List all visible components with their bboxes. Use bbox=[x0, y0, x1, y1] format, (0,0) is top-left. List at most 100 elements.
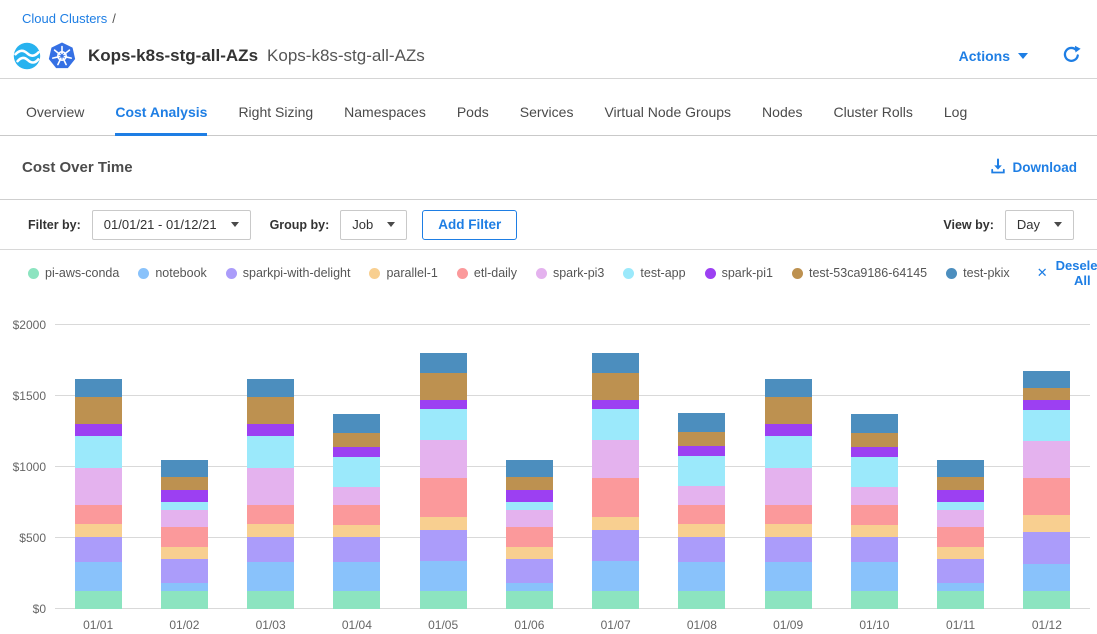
bar-segment-sparkpi-with-delight[interactable] bbox=[678, 537, 725, 562]
bar-segment-pi-aws-conda[interactable] bbox=[937, 591, 984, 609]
legend-item-test-app[interactable]: test-app bbox=[623, 266, 685, 280]
bar-segment-test-pkix[interactable] bbox=[592, 353, 639, 372]
bar-segment-test-53ca9186-64145[interactable] bbox=[765, 397, 812, 425]
bar-segment-sparkpi-with-delight[interactable] bbox=[592, 530, 639, 562]
bar-segment-test-app[interactable] bbox=[420, 409, 467, 440]
bar-segment-test-53ca9186-64145[interactable] bbox=[506, 477, 553, 490]
bar-segment-test-pkix[interactable] bbox=[333, 414, 380, 433]
tab-cluster-rolls[interactable]: Cluster Rolls bbox=[834, 104, 913, 135]
bar-segment-sparkpi-with-delight[interactable] bbox=[851, 537, 898, 562]
bar-segment-pi-aws-conda[interactable] bbox=[851, 591, 898, 609]
bar-segment-pi-aws-conda[interactable] bbox=[420, 591, 467, 609]
bar-segment-notebook[interactable] bbox=[678, 562, 725, 590]
stacked-bar-01/11[interactable] bbox=[937, 325, 984, 609]
date-range-select[interactable]: 01/01/21 - 01/12/21 bbox=[92, 210, 251, 240]
bar-segment-spark-pi3[interactable] bbox=[75, 468, 122, 505]
stacked-bar-01/09[interactable] bbox=[765, 325, 812, 609]
bar-segment-etl-daily[interactable] bbox=[75, 505, 122, 524]
bar-segment-sparkpi-with-delight[interactable] bbox=[937, 559, 984, 583]
bar-segment-sparkpi-with-delight[interactable] bbox=[247, 537, 294, 562]
bar-segment-test-53ca9186-64145[interactable] bbox=[333, 433, 380, 447]
legend-item-parallel-1[interactable]: parallel-1 bbox=[369, 266, 437, 280]
group-by-select[interactable]: Job bbox=[340, 210, 407, 240]
bar-segment-sparkpi-with-delight[interactable] bbox=[765, 537, 812, 562]
bar-segment-etl-daily[interactable] bbox=[765, 505, 812, 524]
bar-segment-spark-pi1[interactable] bbox=[161, 490, 208, 501]
bar-segment-pi-aws-conda[interactable] bbox=[1023, 591, 1070, 609]
bar-segment-pi-aws-conda[interactable] bbox=[592, 591, 639, 609]
bar-segment-pi-aws-conda[interactable] bbox=[247, 591, 294, 609]
bar-segment-parallel-1[interactable] bbox=[1023, 515, 1070, 531]
stacked-bar-01/08[interactable] bbox=[678, 325, 725, 609]
bar-segment-test-app[interactable] bbox=[851, 457, 898, 487]
bar-segment-notebook[interactable] bbox=[765, 562, 812, 590]
refresh-button[interactable] bbox=[1062, 45, 1081, 67]
bar-segment-notebook[interactable] bbox=[506, 583, 553, 590]
bar-segment-etl-daily[interactable] bbox=[247, 505, 294, 524]
bar-segment-spark-pi3[interactable] bbox=[851, 487, 898, 505]
stacked-bar-01/03[interactable] bbox=[247, 325, 294, 609]
bar-segment-sparkpi-with-delight[interactable] bbox=[333, 537, 380, 562]
bar-segment-test-pkix[interactable] bbox=[765, 379, 812, 397]
breadcrumb-link-cloud-clusters[interactable]: Cloud Clusters bbox=[22, 11, 107, 26]
bar-segment-parallel-1[interactable] bbox=[765, 524, 812, 537]
bar-segment-etl-daily[interactable] bbox=[678, 505, 725, 524]
bar-segment-test-app[interactable] bbox=[592, 409, 639, 440]
bar-segment-etl-daily[interactable] bbox=[1023, 478, 1070, 515]
add-filter-button[interactable]: Add Filter bbox=[422, 210, 517, 240]
bar-segment-notebook[interactable] bbox=[592, 561, 639, 590]
legend-item-spark-pi3[interactable]: spark-pi3 bbox=[536, 266, 604, 280]
bar-segment-test-53ca9186-64145[interactable] bbox=[161, 477, 208, 490]
bar-segment-test-53ca9186-64145[interactable] bbox=[75, 397, 122, 425]
bar-segment-notebook[interactable] bbox=[937, 583, 984, 590]
stacked-bar-01/04[interactable] bbox=[333, 325, 380, 609]
bar-segment-sparkpi-with-delight[interactable] bbox=[75, 537, 122, 562]
bar-segment-etl-daily[interactable] bbox=[506, 527, 553, 547]
bar-segment-sparkpi-with-delight[interactable] bbox=[506, 559, 553, 583]
bar-segment-pi-aws-conda[interactable] bbox=[678, 591, 725, 609]
bar-segment-spark-pi3[interactable] bbox=[765, 468, 812, 505]
tab-namespaces[interactable]: Namespaces bbox=[344, 104, 426, 135]
actions-button[interactable]: Actions bbox=[959, 48, 1028, 64]
bar-segment-test-53ca9186-64145[interactable] bbox=[937, 477, 984, 490]
bar-segment-spark-pi1[interactable] bbox=[592, 400, 639, 409]
legend-item-test-pkix[interactable]: test-pkix bbox=[946, 266, 1010, 280]
bar-segment-parallel-1[interactable] bbox=[937, 547, 984, 559]
bar-segment-notebook[interactable] bbox=[161, 583, 208, 590]
bar-segment-test-pkix[interactable] bbox=[937, 460, 984, 477]
bar-segment-parallel-1[interactable] bbox=[75, 524, 122, 537]
bar-segment-test-app[interactable] bbox=[161, 502, 208, 510]
bar-segment-notebook[interactable] bbox=[75, 562, 122, 590]
bar-segment-spark-pi1[interactable] bbox=[333, 447, 380, 457]
download-button[interactable]: Download bbox=[990, 158, 1078, 177]
bar-segment-spark-pi3[interactable] bbox=[161, 510, 208, 528]
bar-segment-test-53ca9186-64145[interactable] bbox=[1023, 388, 1070, 399]
stacked-bar-01/07[interactable] bbox=[592, 325, 639, 609]
tab-pods[interactable]: Pods bbox=[457, 104, 489, 135]
bar-segment-test-app[interactable] bbox=[937, 502, 984, 510]
bar-segment-spark-pi1[interactable] bbox=[420, 400, 467, 409]
bar-segment-test-pkix[interactable] bbox=[161, 460, 208, 477]
stacked-bar-01/10[interactable] bbox=[851, 325, 898, 609]
bar-segment-test-53ca9186-64145[interactable] bbox=[247, 397, 294, 425]
bar-segment-spark-pi1[interactable] bbox=[75, 424, 122, 435]
tab-services[interactable]: Services bbox=[520, 104, 574, 135]
bar-segment-sparkpi-with-delight[interactable] bbox=[420, 530, 467, 562]
bar-segment-parallel-1[interactable] bbox=[592, 517, 639, 530]
stacked-bar-01/01[interactable] bbox=[75, 325, 122, 609]
bar-segment-test-app[interactable] bbox=[1023, 410, 1070, 441]
stacked-bar-01/06[interactable] bbox=[506, 325, 553, 609]
legend-item-test-53ca9186-64145[interactable]: test-53ca9186-64145 bbox=[792, 266, 927, 280]
bar-segment-spark-pi3[interactable] bbox=[506, 510, 553, 528]
bar-segment-etl-daily[interactable] bbox=[333, 505, 380, 524]
bar-segment-test-app[interactable] bbox=[75, 436, 122, 468]
bar-segment-spark-pi1[interactable] bbox=[506, 490, 553, 501]
bar-segment-test-pkix[interactable] bbox=[420, 353, 467, 372]
bar-segment-notebook[interactable] bbox=[851, 562, 898, 590]
bar-segment-pi-aws-conda[interactable] bbox=[75, 591, 122, 609]
tab-right-sizing[interactable]: Right Sizing bbox=[238, 104, 313, 135]
legend-item-spark-pi1[interactable]: spark-pi1 bbox=[705, 266, 773, 280]
bar-segment-spark-pi3[interactable] bbox=[937, 510, 984, 528]
bar-segment-spark-pi1[interactable] bbox=[851, 447, 898, 457]
bar-segment-pi-aws-conda[interactable] bbox=[506, 591, 553, 609]
